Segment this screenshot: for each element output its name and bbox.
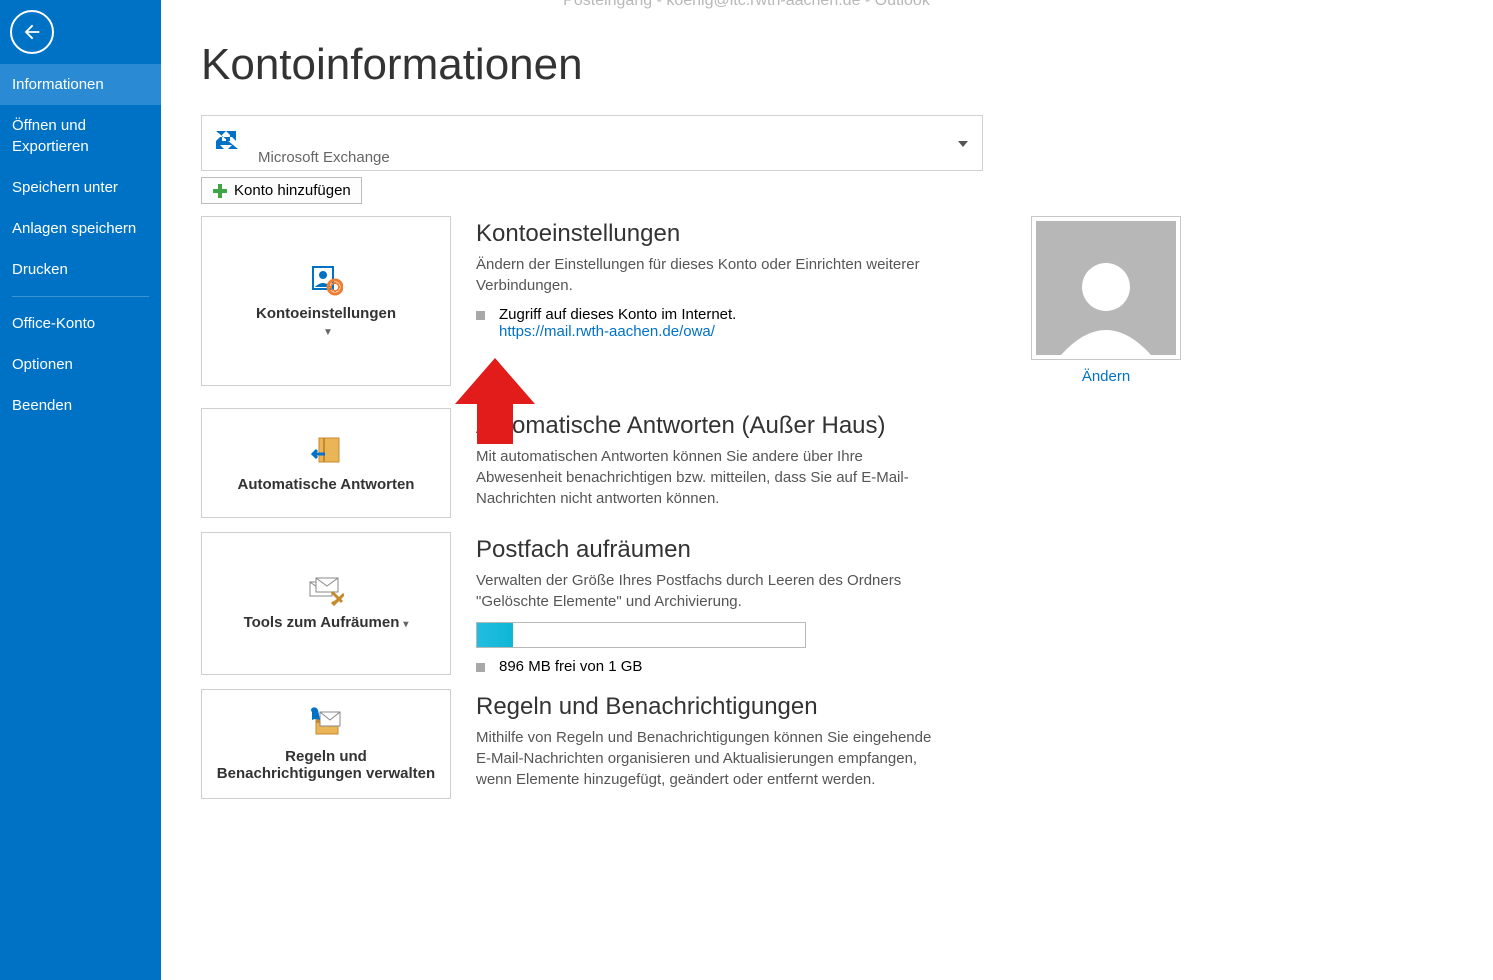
bullet-icon <box>476 663 485 672</box>
chevron-down-icon <box>958 134 968 152</box>
account-dropdown[interactable]: Microsoft Exchange <box>201 115 983 171</box>
section-desc: Mithilfe von Regeln und Benachrichtigung… <box>476 727 936 790</box>
section-heading: Postfach aufräumen <box>476 536 1181 564</box>
add-account-label: Konto hinzufügen <box>234 182 351 199</box>
account-settings-button[interactable]: Kontoeinstellungen ▼ <box>201 216 451 386</box>
nav-item-office-account[interactable]: Office-Konto <box>0 303 161 344</box>
section-heading: Regeln und Benachrichtigungen <box>476 693 1181 721</box>
button-label: Regeln und Benachrichtigungen verwalten <box>212 748 440 782</box>
section-cleanup: Tools zum Aufräumen ▾ Postfach aufräumen… <box>201 532 1181 675</box>
auto-reply-icon <box>309 434 343 468</box>
chevron-down-icon: ▼ <box>323 327 333 338</box>
section-desc: Ändern der Einstellungen für dieses Kont… <box>476 254 936 296</box>
nav-item-print[interactable]: Drucken <box>0 249 161 290</box>
nav-item-options[interactable]: Optionen <box>0 344 161 385</box>
page-title: Kontoinformationen <box>201 40 1493 90</box>
nav-item-exit[interactable]: Beenden <box>0 385 161 426</box>
nav-divider <box>12 296 149 297</box>
nav-label: Beenden <box>12 397 72 414</box>
nav-label: Informationen <box>12 76 104 93</box>
nav-item-save-attachments[interactable]: Anlagen speichern <box>0 208 161 249</box>
nav-label: Drucken <box>12 261 68 278</box>
section-auto-reply: Automatische Antworten Automatische Antw… <box>201 408 1181 518</box>
nav-label: Anlagen speichern <box>12 220 136 237</box>
storage-text: 896 MB frei von 1 GB <box>499 658 642 675</box>
cleanup-tools-button[interactable]: Tools zum Aufräumen ▾ <box>201 532 451 675</box>
section-desc: Verwalten der Größe Ihres Postfachs durc… <box>476 570 936 612</box>
storage-fill <box>477 623 513 647</box>
bullet-text: Zugriff auf dieses Konto im Internet. <box>499 306 736 323</box>
add-account-button[interactable]: Konto hinzufügen <box>201 177 362 204</box>
avatar <box>1031 216 1181 360</box>
section-text: Automatische Antworten (Außer Haus) Mit … <box>476 408 1181 518</box>
rules-icon <box>306 706 346 740</box>
bullet-row: Zugriff auf dieses Konto im Internet. ht… <box>476 306 1006 340</box>
section-account-settings: Kontoeinstellungen ▼ Kontoeinstellungen Ä… <box>201 216 1181 386</box>
main-content: Kontoinformationen Microsoft Exchange Ko… <box>161 0 1493 980</box>
exchange-icon <box>210 125 246 161</box>
nav-item-informationen[interactable]: Informationen <box>0 64 161 105</box>
nav-item-open-export[interactable]: Öffnen und Exportieren <box>0 105 161 167</box>
auto-replies-button[interactable]: Automatische Antworten <box>201 408 451 518</box>
section-text: Kontoeinstellungen Ändern der Einstellun… <box>476 216 1006 386</box>
plus-icon <box>212 183 228 199</box>
rules-button[interactable]: Regeln und Benachrichtigungen verwalten <box>201 689 451 799</box>
change-avatar-link[interactable]: Ändern <box>1082 368 1130 385</box>
bullet-icon <box>476 311 485 320</box>
button-label: Tools zum Aufräumen <box>244 614 400 631</box>
cleanup-icon <box>308 576 344 606</box>
account-type-label: Microsoft Exchange <box>258 149 390 166</box>
button-label: Automatische Antworten <box>238 476 415 493</box>
nav-label: Speichern unter <box>12 179 118 196</box>
section-rules: Regeln und Benachrichtigungen verwalten … <box>201 689 1181 799</box>
section-text: Postfach aufräumen Verwalten der Größe I… <box>476 532 1181 675</box>
back-button[interactable] <box>10 10 54 54</box>
button-label: Kontoeinstellungen <box>256 305 396 322</box>
section-heading: Kontoeinstellungen <box>476 220 1006 248</box>
section-desc: Mit automatischen Antworten können Sie a… <box>476 446 936 509</box>
section-heading: Automatische Antworten (Außer Haus) <box>476 412 1181 440</box>
storage-bar <box>476 622 806 648</box>
sidebar: Informationen Öffnen und Exportieren Spe… <box>0 0 161 980</box>
avatar-box: Ändern <box>1031 216 1181 386</box>
owa-link[interactable]: https://mail.rwth-aachen.de/owa/ <box>499 323 715 340</box>
nav-label: Öffnen und Exportieren <box>12 117 89 155</box>
nav-label: Office-Konto <box>12 315 95 332</box>
nav-item-save-as[interactable]: Speichern unter <box>0 167 161 208</box>
person-icon <box>1051 245 1161 355</box>
back-arrow-icon <box>21 21 43 43</box>
nav-label: Optionen <box>12 356 73 373</box>
section-text: Regeln und Benachrichtigungen Mithilfe v… <box>476 689 1181 799</box>
account-settings-icon <box>309 263 343 297</box>
bullet-row: 896 MB frei von 1 GB <box>476 658 1181 675</box>
chevron-down-icon: ▾ <box>403 619 408 630</box>
